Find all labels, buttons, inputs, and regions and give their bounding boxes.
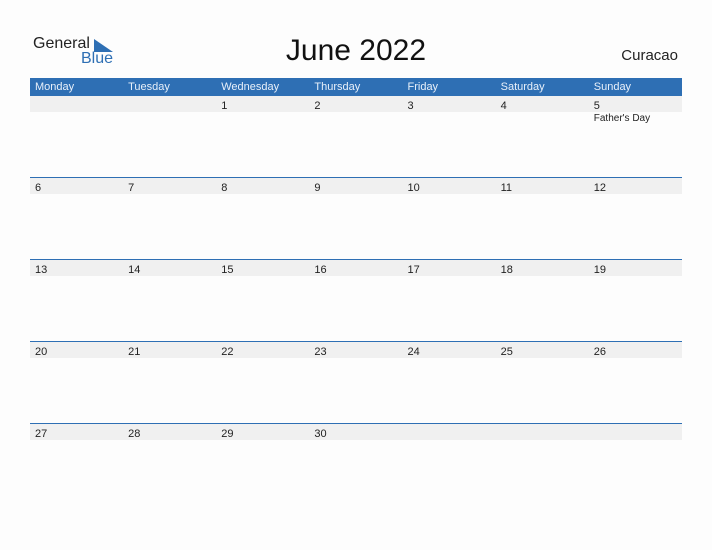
day-cell: 22 <box>216 342 309 358</box>
day-number: 10 <box>407 182 420 194</box>
weekday-wednesday: Wednesday <box>221 81 280 93</box>
country-label: Curacao <box>621 47 678 64</box>
day-cell: 9 <box>309 178 402 194</box>
weekday-header: Monday Tuesday Wednesday Thursday Friday… <box>30 78 682 96</box>
day-number: 27 <box>35 428 48 440</box>
day-cell <box>30 96 123 112</box>
day-number: 20 <box>35 346 48 358</box>
day-cell: 25 <box>496 342 589 358</box>
day-cell: 14 <box>123 260 216 276</box>
weeks-container: 1 2 3 4 5 Father's Day 6 7 8 9 10 11 12 13 14 15 16 17 18 1… <box>30 96 682 505</box>
day-number: 14 <box>128 264 141 276</box>
date-strip: 13 14 15 16 17 18 19 <box>30 260 682 276</box>
day-number: 3 <box>407 100 414 112</box>
day-number: 13 <box>35 264 48 276</box>
day-cell: 15 <box>216 260 309 276</box>
day-number: 22 <box>221 346 234 358</box>
day-number: 17 <box>407 264 420 276</box>
holiday-label: Father's Day <box>593 113 651 124</box>
date-strip: 27 28 29 30 <box>30 424 682 440</box>
day-cell: 5 Father's Day <box>589 96 682 124</box>
day-number: 30 <box>314 428 327 440</box>
week-row: 6 7 8 9 10 11 12 <box>30 177 682 259</box>
calendar-grid: Monday Tuesday Wednesday Thursday Friday… <box>30 78 682 505</box>
day-cell: 1 <box>216 96 309 112</box>
day-cell: 23 <box>309 342 402 358</box>
day-number: 5 <box>593 100 600 112</box>
day-cell: 4 <box>496 96 589 112</box>
day-cell: 7 <box>123 178 216 194</box>
day-cell: 29 <box>216 424 309 440</box>
day-cell: 30 <box>309 424 402 440</box>
day-cell: 26 <box>589 342 682 358</box>
day-number: 28 <box>128 428 141 440</box>
day-number: 1 <box>221 100 228 112</box>
day-cell: 6 <box>30 178 123 194</box>
day-number: 6 <box>35 182 42 194</box>
day-number: 16 <box>314 264 327 276</box>
day-cell <box>496 424 589 440</box>
day-number: 9 <box>314 182 321 194</box>
weekday-friday: Friday <box>407 81 439 93</box>
day-cell: 24 <box>403 342 496 358</box>
day-number: 11 <box>500 182 513 194</box>
day-cell: 20 <box>30 342 123 358</box>
week-row: 20 21 22 23 24 25 26 <box>30 341 682 423</box>
day-number: 19 <box>593 264 606 276</box>
day-cell: 12 <box>589 178 682 194</box>
day-cell <box>589 424 682 440</box>
day-cell: 13 <box>30 260 123 276</box>
weekday-saturday: Saturday <box>500 81 545 93</box>
calendar-title: June 2022 <box>285 34 427 67</box>
day-number: 7 <box>128 182 135 194</box>
day-number: 12 <box>593 182 606 194</box>
day-number: 15 <box>221 264 234 276</box>
day-number: 21 <box>128 346 141 358</box>
day-number: 29 <box>221 428 234 440</box>
day-number: 2 <box>314 100 321 112</box>
weekday-sunday: Sunday <box>593 81 632 93</box>
day-cell <box>403 424 496 440</box>
day-cell: 19 <box>589 260 682 276</box>
week-row: 27 28 29 30 <box>30 423 682 505</box>
day-cell: 8 <box>216 178 309 194</box>
day-cell: 2 <box>309 96 402 112</box>
week-row: 1 2 3 4 5 Father's Day <box>30 96 682 177</box>
weekday-thursday: Thursday <box>314 81 361 93</box>
weekday-monday: Monday <box>35 81 75 93</box>
day-number: 8 <box>221 182 228 194</box>
day-cell: 17 <box>403 260 496 276</box>
day-number: 25 <box>500 346 513 358</box>
week-row: 13 14 15 16 17 18 19 <box>30 259 682 341</box>
weekday-tuesday: Tuesday <box>128 81 170 93</box>
day-cell: 10 <box>403 178 496 194</box>
day-number: 26 <box>593 346 606 358</box>
day-number: 24 <box>407 346 420 358</box>
day-cell: 16 <box>309 260 402 276</box>
day-cell: 3 <box>403 96 496 112</box>
day-cell <box>123 96 216 112</box>
date-strip: 20 21 22 23 24 25 26 <box>30 342 682 358</box>
day-number: 23 <box>314 346 327 358</box>
day-number: 18 <box>500 264 513 276</box>
day-cell: 21 <box>123 342 216 358</box>
date-strip: 1 2 3 4 5 Father's Day <box>30 96 682 124</box>
day-cell: 18 <box>496 260 589 276</box>
day-number: 4 <box>500 100 507 112</box>
day-cell: 11 <box>496 178 589 194</box>
day-cell: 27 <box>30 424 123 440</box>
day-cell: 28 <box>123 424 216 440</box>
date-strip: 6 7 8 9 10 11 12 <box>30 178 682 194</box>
